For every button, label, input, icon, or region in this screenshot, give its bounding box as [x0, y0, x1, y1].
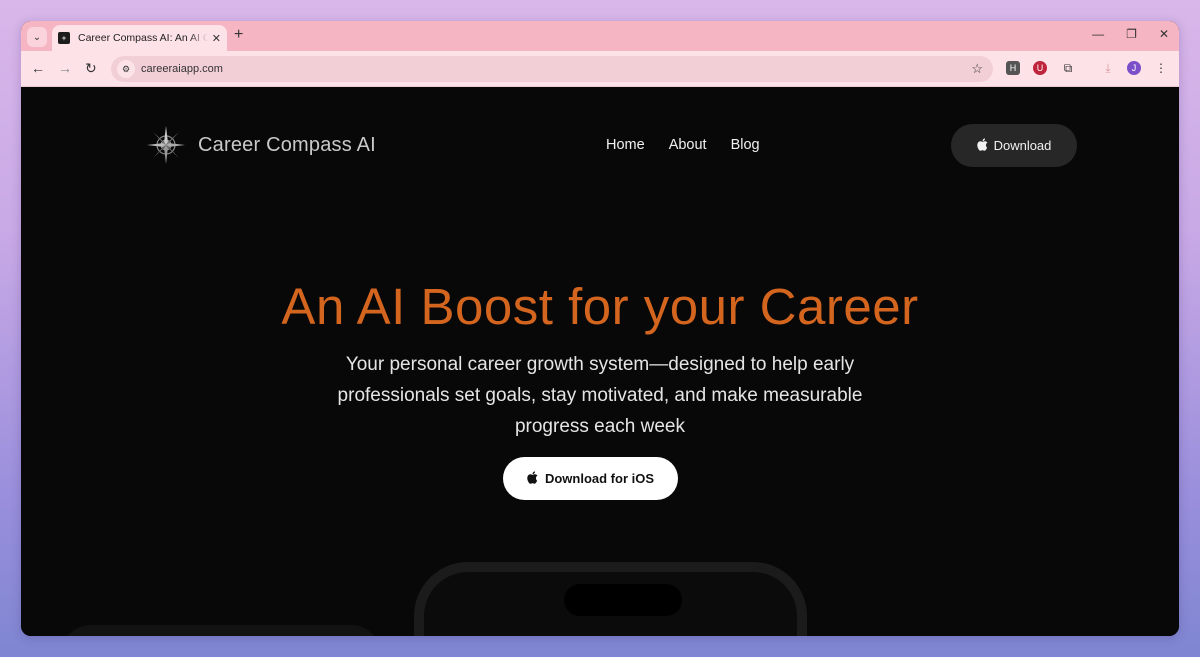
- bookmark-star-icon[interactable]: ☆: [971, 61, 983, 77]
- new-tab-button[interactable]: +: [234, 26, 243, 44]
- download-ios-label: Download for iOS: [544, 471, 655, 486]
- browser-toolbar: ← → ↻ ⚙ careeraiapp.com ☆ H U ⧉ ⤓ J ⋮: [21, 51, 1179, 87]
- browser-window: ⌄ ✦ Career Compass AI: An AI Career ✕ + …: [21, 21, 1179, 636]
- minimize-icon[interactable]: —: [1092, 27, 1104, 41]
- site-settings-icon[interactable]: ⚙: [117, 60, 135, 78]
- logo-link[interactable]: Career Compass AI: [146, 125, 376, 165]
- hero-title: An AI Boost for your Career: [281, 278, 919, 335]
- nav-home[interactable]: Home: [606, 137, 645, 153]
- ublock-icon[interactable]: U: [1033, 61, 1047, 75]
- compass-logo-icon: [147, 126, 185, 164]
- header-download-label: Download: [993, 138, 1052, 153]
- page-content: Career Compass AI Home About Blog Downlo…: [21, 87, 1179, 636]
- back-arrow-icon[interactable]: ←: [31, 60, 45, 76]
- phone-mockup: [414, 562, 807, 636]
- extension-h-icon[interactable]: H: [1006, 61, 1020, 75]
- apple-icon: [976, 137, 988, 154]
- more-menu-icon[interactable]: ⋮: [1154, 61, 1168, 75]
- browser-tab[interactable]: ✦ Career Compass AI: An AI Career ✕: [52, 25, 227, 51]
- tab-search-button[interactable]: ⌄: [27, 27, 47, 47]
- tab-strip: ⌄ ✦ Career Compass AI: An AI Career ✕ + …: [21, 21, 1179, 51]
- brand-name: Career Compass AI: [198, 133, 376, 156]
- main-nav: Home About Blog: [606, 137, 760, 153]
- hero-subtitle: Your personal career growth system—desig…: [337, 354, 863, 437]
- address-bar[interactable]: ⚙ careeraiapp.com ☆: [111, 56, 993, 82]
- header-download-button[interactable]: Download: [951, 124, 1077, 167]
- chevron-down-icon: ⌄: [32, 31, 42, 43]
- close-window-icon[interactable]: ✕: [1159, 27, 1169, 41]
- phone-mockup-left: [61, 625, 381, 636]
- restore-icon[interactable]: ❐: [1126, 27, 1137, 41]
- window-controls: — ❐ ✕: [1092, 27, 1169, 41]
- reload-icon[interactable]: ↻: [85, 60, 97, 77]
- nav-blog[interactable]: Blog: [731, 137, 760, 153]
- nav-about[interactable]: About: [669, 137, 707, 153]
- forward-arrow-icon[interactable]: →: [58, 60, 72, 76]
- close-icon[interactable]: ✕: [212, 32, 221, 45]
- phone-dynamic-island: [564, 584, 682, 616]
- puzzle-extensions-icon[interactable]: ⧉: [1061, 61, 1075, 75]
- url-text[interactable]: careeraiapp.com: [141, 63, 223, 75]
- site-favicon-icon: ✦: [58, 32, 70, 44]
- tab-title: Career Compass AI: An AI Career: [77, 32, 208, 44]
- download-ios-button[interactable]: Download for iOS: [503, 457, 678, 500]
- profile-avatar[interactable]: J: [1127, 61, 1141, 75]
- apple-icon: [527, 470, 538, 487]
- download-icon[interactable]: ⤓: [1101, 61, 1115, 75]
